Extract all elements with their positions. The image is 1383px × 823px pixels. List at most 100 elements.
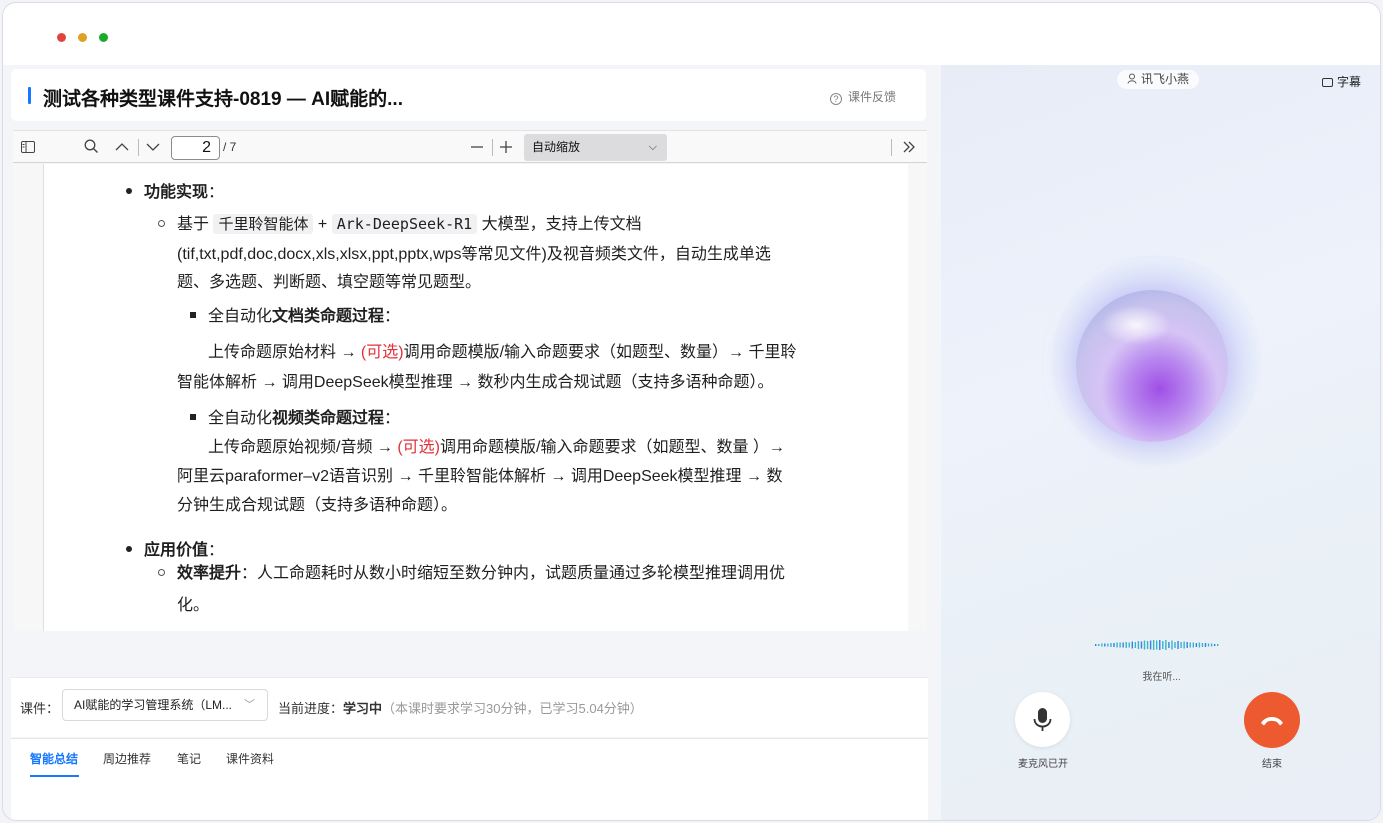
document-line: 功能实现： xyxy=(144,178,224,202)
waveform-bar xyxy=(1113,643,1115,647)
waveform-bar xyxy=(1152,640,1155,650)
document-line: 化。 xyxy=(177,591,209,615)
document-line: 上传命题原始视频/音频 → (可选)调用命题模版/输入命题要求（如题型、数量 ）… xyxy=(208,433,785,457)
toolbar-divider xyxy=(138,139,139,156)
waveform-bar xyxy=(1104,643,1106,647)
microphone-button[interactable] xyxy=(1015,692,1070,747)
progress-note: （本课时要求学习30分钟，已学习5.04分钟） xyxy=(382,701,643,716)
waveform-bar xyxy=(1098,644,1100,646)
waveform-bar xyxy=(1125,642,1127,648)
page-title: 测试各种类型课件支持-0819 — AI赋能的... xyxy=(43,89,403,110)
sidebar-toggle-icon[interactable] xyxy=(21,131,35,164)
voice-assistant-pane: 讯飞小燕 字幕 我在听... 麦克风已开 结束 xyxy=(941,65,1380,820)
waveform-bar xyxy=(1119,642,1121,648)
waveform-bar xyxy=(1116,642,1118,648)
courseware-pane: 测试各种类型课件支持-0819 — AI赋能的... ? 课件反馈 2 / 7 xyxy=(11,67,928,820)
waveform-bar xyxy=(1137,641,1140,649)
pdf-gutter xyxy=(13,164,43,631)
assistant-name: 讯飞小燕 xyxy=(1140,72,1189,86)
chevron-down-icon: ﹀ xyxy=(244,699,255,711)
text-segment: (tif,txt,pdf,doc,docx,xls,xlsx,ppt,pptx,… xyxy=(177,246,771,263)
pdf-toolbar: 2 / 7 自动缩放 ⌵ xyxy=(13,130,927,163)
text-segment: 智能体解析 → 调用DeepSeek模型推理 → 数秒内生成合规试题（支持多语种… xyxy=(177,374,774,391)
course-select[interactable]: AI赋能的学习管理系统（LM... ﹀ xyxy=(62,689,268,721)
progress-label: 当前进度： xyxy=(278,701,344,716)
pdf-viewer[interactable]: 功能实现： 基于 千里聆智能体 + Ark-DeepSeek-R1 大模型，支持上… xyxy=(13,164,927,631)
zoom-select[interactable]: 自动缩放 ⌵ xyxy=(524,134,667,161)
zoom-out-icon[interactable] xyxy=(470,131,484,164)
text-segment: 题、多选题、判断题、填空题等常见题型。 xyxy=(177,274,482,291)
document-line: 智能体解析 → 调用DeepSeek模型推理 → 数秒内生成合规试题（支持多语种… xyxy=(177,368,774,392)
end-call-button[interactable] xyxy=(1244,692,1300,748)
document-line: 效率提升：人工命题耗时从数小时缩短至数分钟内，试题质量通过多轮模型推理调用优 xyxy=(177,559,785,583)
waveform-bar xyxy=(1195,643,1198,647)
text-segment: 基于 xyxy=(177,216,214,233)
zoom-value: 自动缩放 xyxy=(532,140,581,154)
tab-notes[interactable]: 笔记 xyxy=(177,750,201,767)
optional-tag: (可选) xyxy=(397,439,441,456)
toolbar-divider xyxy=(891,139,892,156)
waveform-bar xyxy=(1122,642,1124,648)
text-segment: 调用命题模版/输入命题要求（如题型、数量 ）→ xyxy=(440,439,785,456)
waveform-bar xyxy=(1186,642,1188,648)
bullet-square xyxy=(190,312,196,318)
audio-waveform xyxy=(1095,640,1219,650)
course-selected-value: AI赋能的学习管理系统（LM... xyxy=(74,698,233,712)
waveform-bar xyxy=(1159,640,1161,650)
document-line: 全自动化视频类命题过程： xyxy=(208,404,400,428)
waveform-bar xyxy=(1143,640,1146,650)
tab-related-recommendations[interactable]: 周边推荐 xyxy=(103,750,151,767)
feedback-button[interactable]: ? 课件反馈 xyxy=(829,88,896,105)
subtitles-toggle[interactable]: 字幕 xyxy=(1321,73,1361,90)
document-line: 上传命题原始材料 → (可选)调用命题模版/输入命题要求（如题型、数量）→ 千里… xyxy=(208,338,796,362)
help-icon: ? xyxy=(829,93,842,105)
pdf-scroll-gutter[interactable] xyxy=(908,164,927,631)
waveform-bar xyxy=(1165,640,1167,650)
pdf-page: 功能实现： 基于 千里聆智能体 + Ark-DeepSeek-R1 大模型，支持上… xyxy=(43,164,908,631)
waveform-bar xyxy=(1168,642,1170,648)
progress-status: 当前进度：学习中（本课时要求学习30分钟，已学习5.04分钟） xyxy=(278,698,643,717)
course-label: 课件： xyxy=(20,701,60,716)
subtitles-icon xyxy=(1321,78,1333,87)
search-icon[interactable] xyxy=(84,131,99,164)
tab-course-materials[interactable]: 课件资料 xyxy=(226,750,274,767)
waveform-bar xyxy=(1095,644,1097,646)
previous-page-icon[interactable] xyxy=(115,131,129,164)
microphone-status-label: 麦克风已开 xyxy=(1018,759,1068,770)
document-line: 应用价值： xyxy=(144,536,224,560)
document-line: (tif,txt,pdf,doc,docx,xls,xlsx,ppt,pptx,… xyxy=(177,240,771,264)
next-page-icon[interactable] xyxy=(146,131,160,164)
chevron-down-icon: ⌵ xyxy=(648,141,657,153)
waveform-bar xyxy=(1189,642,1191,648)
document-line: 题、多选题、判断题、填空题等常见题型。 xyxy=(177,268,481,292)
bullet-square xyxy=(190,414,196,420)
waveform-bar xyxy=(1107,643,1109,647)
waveform-bar xyxy=(1131,641,1133,649)
text-segment: 大模型，支持上传文档 xyxy=(477,216,642,233)
maximize-window-button[interactable] xyxy=(99,33,108,42)
text-segment: + xyxy=(313,216,332,233)
text-segment: 视频类命题过程 xyxy=(272,410,385,427)
bullet-disc xyxy=(126,188,132,194)
text-segment: 文档类命题过程 xyxy=(272,308,385,325)
minimize-window-button[interactable] xyxy=(78,33,87,42)
assistant-name-badge: 讯飞小燕 xyxy=(1117,70,1199,89)
page-number-input[interactable]: 2 xyxy=(171,136,220,160)
text-segment: 全自动化 xyxy=(208,308,273,325)
waveform-bar xyxy=(1213,644,1216,646)
waveform-bar xyxy=(1201,643,1204,647)
inline-code: Ark-DeepSeek-R1 xyxy=(331,214,478,234)
tab-smart-summary[interactable]: 智能总结 xyxy=(30,750,78,767)
course-progress-bar: 课件： AI赋能的学习管理系统（LM... ﹀ 当前进度：学习中（本课时要求学习3… xyxy=(11,677,928,737)
waveform-bar xyxy=(1217,644,1219,646)
text-segment: 上传命题原始材料 → xyxy=(208,344,361,361)
waveform-bar xyxy=(1198,642,1201,648)
zoom-in-icon[interactable] xyxy=(499,131,513,164)
waveform-bar xyxy=(1177,641,1179,649)
user-icon xyxy=(1127,73,1137,84)
waveform-bar xyxy=(1162,641,1164,649)
end-call-label: 结束 xyxy=(1262,759,1282,770)
close-window-button[interactable] xyxy=(57,33,66,42)
more-tools-icon[interactable] xyxy=(902,131,916,164)
waveform-bar xyxy=(1146,641,1149,649)
